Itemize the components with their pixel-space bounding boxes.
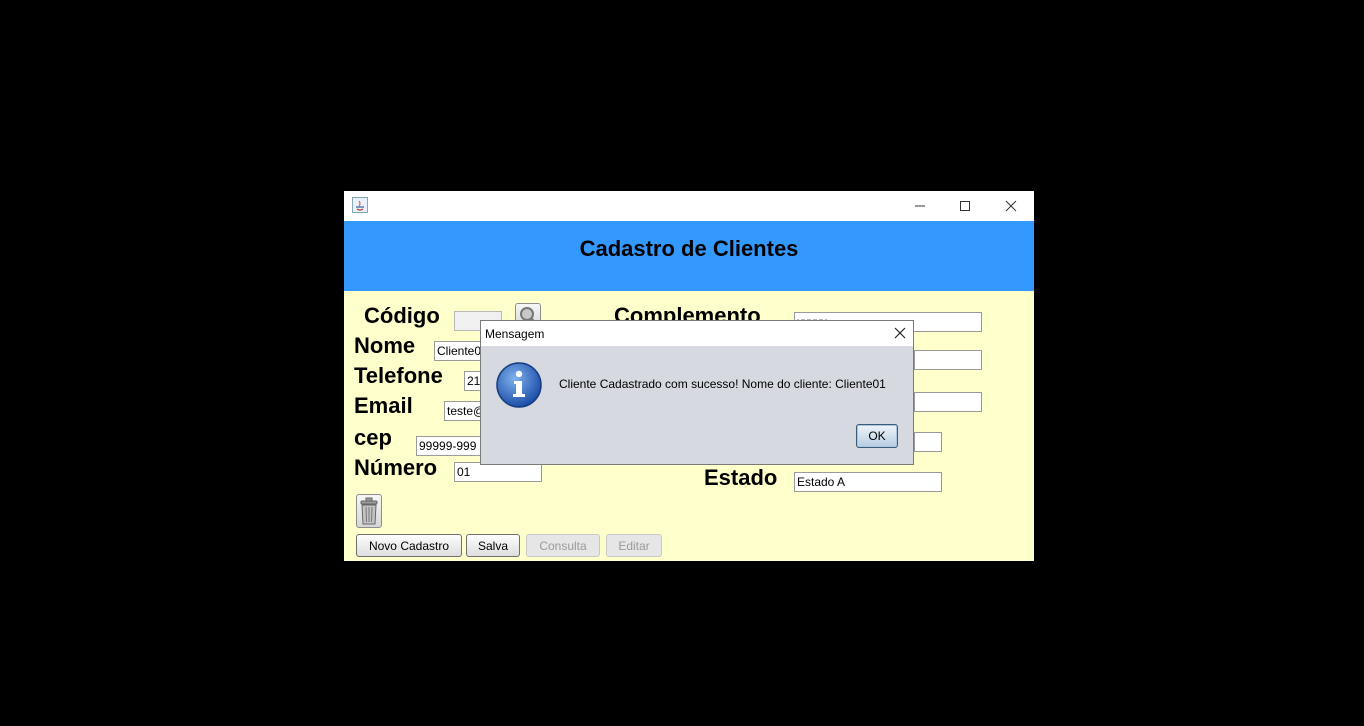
- form-header: Cadastro de Clientes: [344, 221, 1034, 291]
- right-field-3[interactable]: [914, 392, 982, 412]
- consulta-button[interactable]: Consulta: [526, 534, 600, 557]
- label-nome: Nome: [354, 333, 416, 358]
- estado-field[interactable]: Estado A: [794, 472, 942, 492]
- window-titlebar[interactable]: [344, 191, 1034, 221]
- info-icon: [496, 362, 542, 408]
- dialog-titlebar[interactable]: Mensagem: [481, 321, 913, 346]
- editar-button[interactable]: Editar: [606, 534, 662, 557]
- numero-field[interactable]: 01: [454, 462, 542, 482]
- message-dialog: Mensagem Cliente Cadastrado com sucesso!…: [480, 320, 914, 465]
- label-estado: Estado: [704, 465, 778, 490]
- delete-button[interactable]: [356, 494, 382, 528]
- right-field-2[interactable]: [914, 350, 982, 370]
- minimize-icon[interactable]: [897, 191, 942, 221]
- right-field-4[interactable]: [914, 432, 942, 452]
- dialog-message: Cliente Cadastrado com sucesso! Nome do …: [559, 377, 886, 391]
- java-app-icon: [352, 197, 368, 213]
- label-cep: cep: [354, 425, 392, 450]
- page-title: Cadastro de Clientes: [579, 236, 799, 261]
- trash-icon: [360, 497, 378, 525]
- label-email: Email: [354, 393, 413, 418]
- close-icon[interactable]: [988, 191, 1033, 221]
- label-codigo: Código: [364, 303, 440, 328]
- label-numero: Número: [354, 455, 438, 480]
- dialog-title: Mensagem: [485, 327, 545, 341]
- label-telefone: Telefone: [354, 363, 443, 388]
- salva-button[interactable]: Salva: [466, 534, 520, 557]
- novo-cadastro-button[interactable]: Novo Cadastro: [356, 534, 462, 557]
- ok-button[interactable]: OK: [856, 424, 898, 448]
- maximize-icon[interactable]: [942, 191, 987, 221]
- dialog-close-icon[interactable]: [893, 326, 907, 340]
